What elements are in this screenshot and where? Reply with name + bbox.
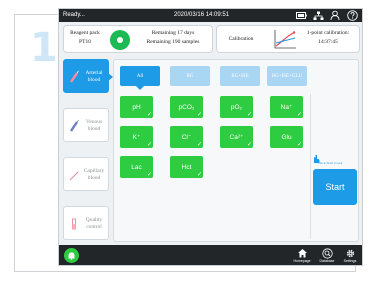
sample-type-quality-control[interactable]: Quality control bbox=[63, 206, 109, 240]
check-icon: ✓ bbox=[246, 142, 252, 148]
tab-bg-ise[interactable]: BG+ISE bbox=[220, 66, 260, 86]
tab-bg[interactable]: BG bbox=[170, 66, 210, 86]
reagent-label: Reagent pack bbox=[70, 30, 100, 36]
check-icon: ✓ bbox=[146, 172, 152, 178]
calibration-graph-icon bbox=[274, 30, 296, 49]
vial-icon bbox=[72, 218, 76, 230]
help-icon[interactable] bbox=[347, 10, 358, 21]
battery-icon[interactable] bbox=[296, 10, 307, 21]
check-icon: ✓ bbox=[196, 172, 202, 178]
status-datetime: 2020/03/16 14:09:51 bbox=[174, 12, 230, 18]
network-icon[interactable] bbox=[313, 10, 324, 21]
calibration-time: 14:37:45 bbox=[318, 39, 338, 45]
parameter-panel: All BG BG+ISE BG+ISE+GLU pH ✓ pCO₂ ✓ pO₂ ✓ … bbox=[113, 59, 359, 242]
param-label: pO₂ bbox=[230, 103, 243, 111]
sample-type-label: control bbox=[86, 224, 102, 230]
sample-type-label: blood bbox=[87, 77, 101, 83]
param-ca[interactable]: Ca²⁺ ✓ bbox=[220, 126, 253, 148]
sample-type-label: blood bbox=[87, 175, 101, 181]
sample-type-label: blood bbox=[87, 126, 101, 132]
reagent-remaining-days: Remaining 17 days bbox=[151, 30, 195, 36]
database-button[interactable]: Database bbox=[316, 247, 338, 265]
settings-label: Settings bbox=[343, 259, 357, 263]
param-label: Glu bbox=[281, 133, 292, 141]
reagent-status-disc-icon bbox=[110, 30, 130, 50]
syringe-icon bbox=[70, 70, 79, 83]
settings-button[interactable]: Settings bbox=[339, 247, 361, 265]
sample-type-arterial[interactable]: Arterial blood bbox=[63, 59, 113, 93]
param-cl[interactable]: Cl⁻ ✓ bbox=[170, 126, 203, 148]
status-bar: Ready... 2020/03/16 14:09:51 bbox=[59, 9, 362, 22]
syringe-icon bbox=[70, 119, 79, 132]
bell-icon[interactable] bbox=[64, 248, 79, 263]
reagent-pack-card[interactable]: Reagent pack PT10 Remaining 17 days Rema… bbox=[63, 25, 213, 53]
tab-all[interactable]: All bbox=[120, 66, 160, 90]
status-text: Ready... bbox=[63, 12, 85, 18]
start-hint: Click Start to test bbox=[318, 161, 343, 165]
param-glu[interactable]: Glu ✓ bbox=[270, 126, 303, 148]
param-label: pH bbox=[132, 103, 141, 111]
homepage-label: Homepage bbox=[293, 259, 311, 263]
check-icon: ✓ bbox=[246, 112, 252, 118]
reagent-remaining-samples: Remaining 190 samples bbox=[146, 39, 200, 45]
sample-type-label: Venous bbox=[85, 119, 103, 125]
start-button[interactable]: Start bbox=[313, 169, 357, 205]
bottom-bar: Homepage Database Settings bbox=[59, 245, 362, 265]
capillary-tube-icon bbox=[69, 171, 79, 181]
param-lac[interactable]: Lac ✓ bbox=[120, 156, 153, 178]
param-po2[interactable]: pO₂ ✓ bbox=[220, 96, 253, 118]
home-icon bbox=[291, 247, 313, 259]
check-icon: ✓ bbox=[296, 142, 302, 148]
gear-icon bbox=[339, 247, 361, 259]
sample-type-label: Arterial bbox=[85, 70, 103, 76]
param-k[interactable]: K⁺ ✓ bbox=[120, 126, 153, 148]
sample-type-capillary[interactable]: Capillary blood bbox=[63, 157, 109, 191]
calibration-type: 1-point calibration: bbox=[306, 30, 350, 36]
param-label: K⁺ bbox=[132, 134, 141, 141]
database-label: Database bbox=[319, 259, 335, 263]
param-label: Na⁺ bbox=[280, 104, 293, 111]
check-icon: ✓ bbox=[196, 142, 202, 148]
param-ph[interactable]: pH ✓ bbox=[120, 96, 153, 118]
user-icon[interactable] bbox=[330, 10, 341, 21]
calibration-label: Calibration bbox=[228, 36, 254, 42]
param-label: Lac bbox=[131, 163, 142, 171]
homepage-button[interactable]: Homepage bbox=[291, 247, 313, 265]
param-hct[interactable]: Hct ✓ bbox=[170, 156, 203, 178]
step-number: 1 bbox=[30, 25, 58, 71]
check-icon: ✓ bbox=[146, 142, 152, 148]
param-label: Hct bbox=[181, 163, 192, 171]
calibration-card[interactable]: Calibration 1-point calibration: 14:37:4… bbox=[216, 25, 360, 53]
sample-type-venous[interactable]: Venous blood bbox=[63, 108, 109, 142]
param-label: Ca²⁺ bbox=[229, 134, 244, 141]
analyzer-screen: Ready... 2020/03/16 14:09:51 Reagent pac… bbox=[58, 8, 363, 266]
sample-type-label: Capillary bbox=[83, 168, 105, 174]
param-label: Cl⁻ bbox=[181, 134, 192, 141]
param-pco2[interactable]: pCO₂ ✓ bbox=[170, 96, 203, 118]
check-icon: ✓ bbox=[296, 112, 302, 118]
check-icon: ✓ bbox=[196, 112, 202, 118]
sample-type-label: Quality bbox=[85, 217, 103, 223]
check-icon: ✓ bbox=[146, 112, 152, 118]
param-label: pCO₂ bbox=[178, 103, 195, 111]
sample-type-nav: Arterial blood Venous blood Capillary bl… bbox=[63, 59, 113, 242]
param-na[interactable]: Na⁺ ✓ bbox=[270, 96, 303, 118]
panel-divider bbox=[310, 94, 311, 239]
reagent-pack-id: PT10 bbox=[79, 39, 91, 45]
search-icon bbox=[316, 247, 338, 259]
tab-bg-ise-glu[interactable]: BG+ISE+GLU bbox=[267, 66, 307, 86]
